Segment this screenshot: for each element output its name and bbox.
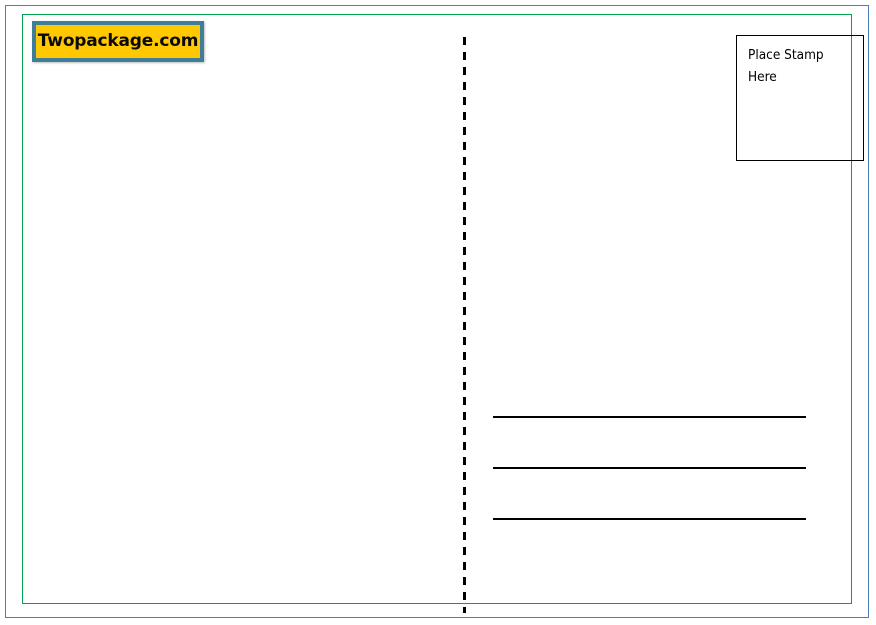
message-area[interactable] (47, 85, 457, 610)
stamp-label-line1: Place Stamp (748, 47, 824, 63)
stamp-box[interactable]: Place Stamp Here (736, 35, 864, 161)
address-lines-group (493, 416, 806, 526)
postcard-canvas: Place Stamp Here Twopackage.com (0, 0, 876, 625)
dashed-fold-line (463, 37, 466, 613)
stamp-label-line2: Here (748, 69, 777, 85)
postcard-border: Place Stamp Here (22, 14, 864, 613)
brand-logo-badge[interactable]: Twopackage.com (32, 21, 204, 62)
address-line-1[interactable] (493, 416, 806, 418)
address-line-2[interactable] (493, 467, 806, 469)
address-line-3[interactable] (493, 518, 806, 520)
brand-logo-text: Twopackage.com (37, 31, 199, 51)
